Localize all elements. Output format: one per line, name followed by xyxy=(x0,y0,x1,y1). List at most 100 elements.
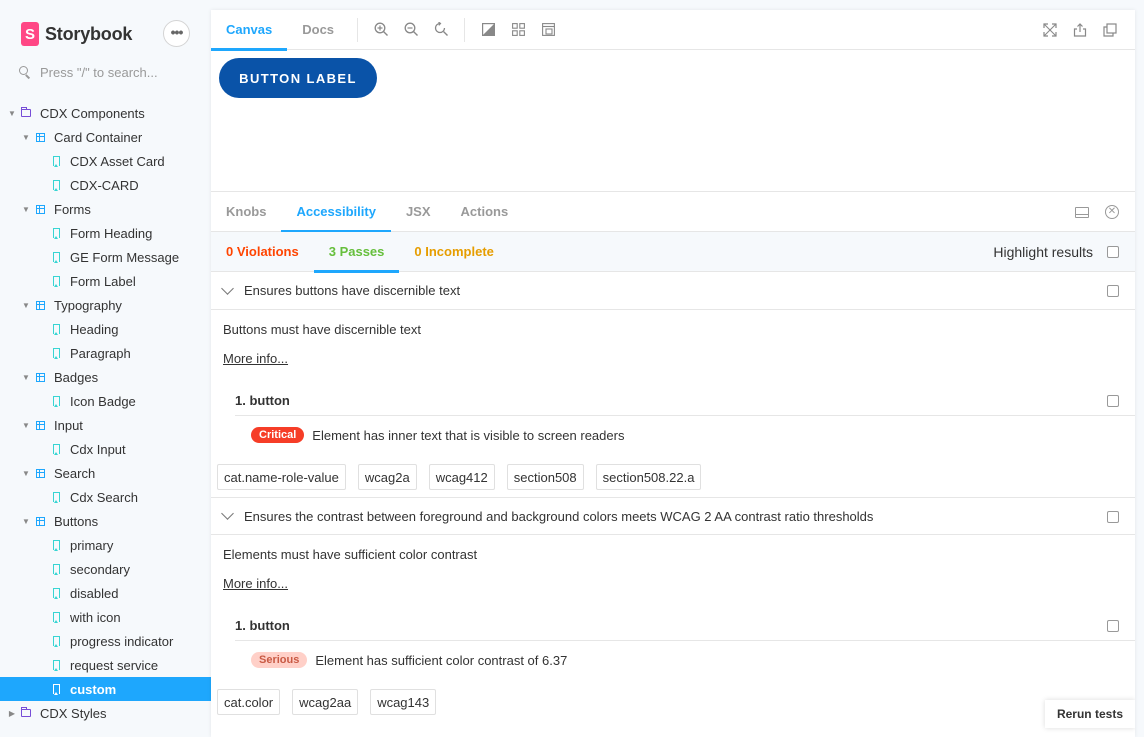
background-icon[interactable] xyxy=(473,10,503,50)
zoom-reset-icon[interactable] xyxy=(426,10,456,50)
tree-item-label: Forms xyxy=(54,201,91,217)
tab-violations[interactable]: 0 Violations xyxy=(211,232,314,272)
tab-docs[interactable]: Docs xyxy=(287,10,349,50)
bookmark-icon xyxy=(50,563,62,575)
storybook-logo-icon: S xyxy=(21,22,39,46)
demo-button[interactable]: BUTTON LABEL xyxy=(219,58,377,98)
search-icon xyxy=(18,65,32,79)
tree-item-ge-form-message[interactable]: GE Form Message xyxy=(0,245,211,269)
panel-orientation-icon[interactable] xyxy=(1067,192,1097,232)
tab-passes[interactable]: 3 Passes xyxy=(313,232,400,273)
tree-item-form-heading[interactable]: Form Heading xyxy=(0,221,211,245)
tab-accessibility[interactable]: Accessibility xyxy=(281,192,391,233)
bookmark-icon xyxy=(50,179,62,191)
share-icon[interactable] xyxy=(1065,10,1095,50)
more-info-link[interactable]: More info... xyxy=(211,348,1135,368)
rerun-tests-button[interactable]: Rerun tests xyxy=(1044,700,1135,728)
tab-jsx[interactable]: JSX xyxy=(391,192,446,232)
tree-item-search[interactable]: ▼ Search xyxy=(0,461,211,485)
node-checkbox[interactable] xyxy=(1107,620,1119,632)
tree-item-label: CDX Components xyxy=(40,105,145,121)
tree-item-badges[interactable]: ▼ Badges xyxy=(0,365,211,389)
toolbar-divider xyxy=(464,17,466,42)
tree-item-label: disabled xyxy=(70,585,119,601)
bookmark-icon xyxy=(50,539,62,551)
close-icon[interactable]: ✕ xyxy=(1097,192,1127,232)
a11y-results-list: Ensures buttons have discernible text Bu… xyxy=(211,272,1135,737)
caret-right-icon: ▶ xyxy=(8,708,16,718)
tree-item-label: Form Heading xyxy=(70,225,153,241)
bookmark-icon xyxy=(50,227,62,239)
tree-item-cdx-styles[interactable]: ▶ CDX Styles xyxy=(0,701,211,725)
toolbar: Canvas Docs xyxy=(211,10,1135,51)
tree-item-paragraph[interactable]: Paragraph xyxy=(0,341,211,365)
story-tree: ▼ CDX Components ▼ Card Container CDX Asset … xyxy=(0,101,211,725)
caret-down-icon: ▼ xyxy=(22,204,30,214)
component-icon xyxy=(34,299,46,311)
sidebar: S Storybook ••• ▼ CDX Components ▼ Card Con… xyxy=(0,0,211,737)
bookmark-icon xyxy=(50,587,62,599)
tree-item-label: Badges xyxy=(54,369,99,385)
tree-item-custom[interactable]: custom xyxy=(0,677,211,701)
brand-name: Storybook xyxy=(45,23,133,44)
caret-down-icon: ▼ xyxy=(22,132,30,142)
tree-item-icon-badge[interactable]: Icon Badge xyxy=(0,389,211,413)
tree-item-secondary[interactable]: secondary xyxy=(0,557,211,581)
bookmark-icon xyxy=(50,347,62,359)
fullscreen-icon[interactable] xyxy=(1035,10,1065,50)
addons-controls: ✕ xyxy=(1067,192,1127,232)
tree-item-label: Card Container xyxy=(54,129,143,145)
tree-item-primary[interactable]: primary xyxy=(0,533,211,557)
node-header: 1. button xyxy=(235,386,1135,416)
tab-actions[interactable]: Actions xyxy=(446,192,524,232)
tree-item-cdx-components[interactable]: ▼ CDX Components xyxy=(0,101,211,125)
bookmark-icon xyxy=(50,323,62,335)
tree-item-card-container[interactable]: ▼ Card Container xyxy=(0,125,211,149)
tree-item-label: Paragraph xyxy=(70,345,131,361)
impact-badge: Serious xyxy=(251,652,308,668)
viewport-icon[interactable] xyxy=(533,10,563,50)
bookmark-icon xyxy=(50,155,62,167)
tab-knobs[interactable]: Knobs xyxy=(211,192,281,232)
menu-button[interactable]: ••• xyxy=(163,20,190,47)
caret-down-icon: ▼ xyxy=(8,108,16,118)
component-icon xyxy=(34,467,46,479)
tree-item-disabled[interactable]: disabled xyxy=(0,581,211,605)
tree-item-buttons[interactable]: ▼ Buttons xyxy=(0,509,211,533)
tree-item-input[interactable]: ▼ Input xyxy=(0,413,211,437)
highlight-checkbox[interactable] xyxy=(1107,246,1119,258)
tree-item-cdx-input[interactable]: Cdx Input xyxy=(0,437,211,461)
tree-item-forms[interactable]: ▼ Forms xyxy=(0,197,211,221)
tree-item-progress-indicator[interactable]: progress indicator xyxy=(0,629,211,653)
grid-icon[interactable] xyxy=(503,10,533,50)
zoom-in-icon[interactable] xyxy=(366,10,396,50)
toolbar-divider xyxy=(357,17,359,42)
tag: cat.color xyxy=(217,689,281,715)
tree-item-request-service[interactable]: request service xyxy=(0,653,211,677)
search-input[interactable] xyxy=(40,64,190,80)
tab-canvas[interactable]: Canvas xyxy=(211,10,288,51)
rule-header[interactable]: Ensures buttons have discernible text xyxy=(211,272,1135,310)
more-info-link[interactable]: More info... xyxy=(211,573,1135,593)
tree-item-heading[interactable]: Heading xyxy=(0,317,211,341)
tab-incomplete[interactable]: 0 Incomplete xyxy=(399,232,508,272)
copy-link-icon[interactable] xyxy=(1095,10,1125,50)
node-checkbox[interactable] xyxy=(1107,395,1119,407)
tree-item-cdx-card[interactable]: CDX-CARD xyxy=(0,173,211,197)
rule-title: Ensures buttons have discernible text xyxy=(244,283,461,298)
tree-item-cdx-search[interactable]: Cdx Search xyxy=(0,485,211,509)
component-icon xyxy=(34,371,46,383)
rule-checkbox[interactable] xyxy=(1107,511,1119,523)
tree-item-typography[interactable]: ▼ Typography xyxy=(0,293,211,317)
tree-item-cdx-asset-card[interactable]: CDX Asset Card xyxy=(0,149,211,173)
zoom-out-icon[interactable] xyxy=(396,10,426,50)
tree-item-with-icon[interactable]: with icon xyxy=(0,605,211,629)
tag-list: cat.color wcag2aa wcag143 xyxy=(211,689,1135,727)
rule-checkbox[interactable] xyxy=(1107,285,1119,297)
tree-item-label: Icon Badge xyxy=(70,393,136,409)
rule-header[interactable]: Ensures the contrast between foreground … xyxy=(211,497,1135,535)
brand[interactable]: S Storybook xyxy=(21,22,132,46)
main-panel: Canvas Docs BUTTON LABEL Knobs Accessibi… xyxy=(211,10,1135,737)
tree-item-label: secondary xyxy=(70,561,130,577)
tree-item-form-label[interactable]: Form Label xyxy=(0,269,211,293)
